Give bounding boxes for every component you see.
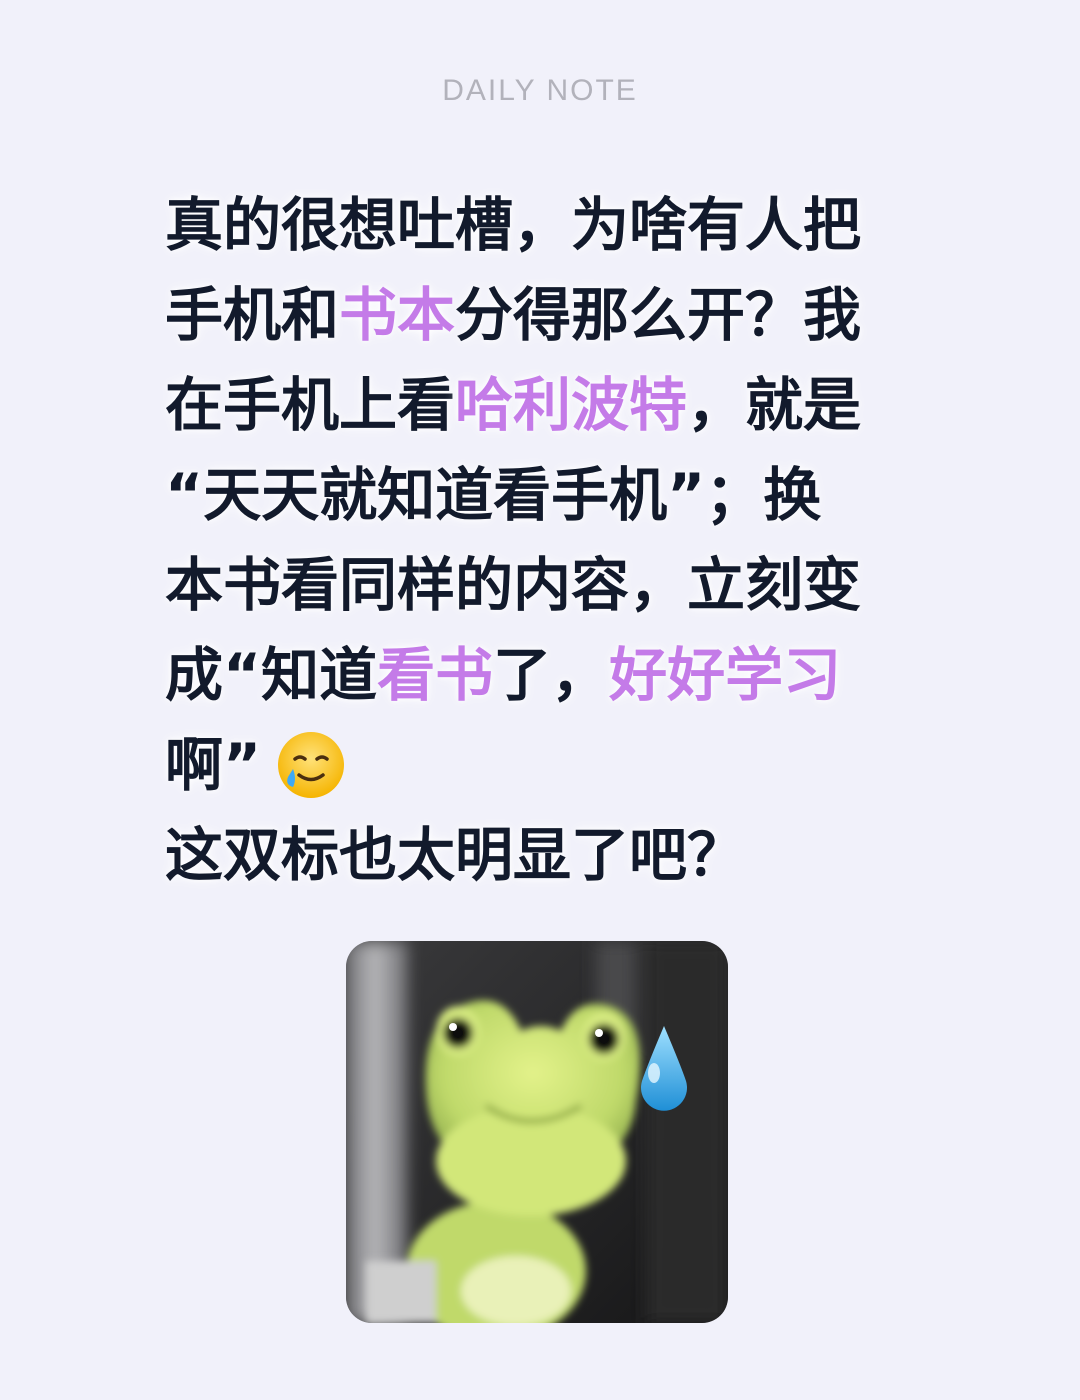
note-line: 本书看同样的内容，立刻变 bbox=[165, 540, 925, 630]
note-line: 成“知道 看书 了， 好好学习 bbox=[165, 630, 925, 720]
note-line: 这双标也太明显了吧？ bbox=[165, 810, 925, 900]
note-line: “天天就知道看手机”；换 bbox=[165, 450, 925, 540]
note-text: 分得那么开？我 bbox=[455, 281, 862, 349]
note-text: 真的很想吐槽，为啥有人把 bbox=[165, 191, 862, 259]
note-text: 在手机上看 bbox=[165, 371, 456, 439]
highlighted-text: 看书 bbox=[377, 641, 494, 709]
daily-note-header: DAILY NOTE bbox=[442, 74, 638, 107]
note-line: 啊” bbox=[165, 720, 925, 810]
note-body: 真的很想吐槽，为啥有人把 手机和 书本 分得那么开？我 在手机上看 哈利波特 ，就是 “天天就… bbox=[165, 180, 925, 900]
note-text: “天天就知道看手机”；换 bbox=[165, 461, 822, 529]
highlighted-text: 哈利波特 bbox=[455, 371, 688, 439]
note-text: 了， bbox=[493, 641, 610, 709]
note-line: 手机和 书本 分得那么开？我 bbox=[165, 270, 925, 360]
note-line: 在手机上看 哈利波特 ，就是 bbox=[165, 360, 925, 450]
highlighted-text: 书本 bbox=[339, 281, 456, 349]
note-text: 啊” bbox=[165, 731, 262, 799]
note-line: 真的很想吐槽，为啥有人把 bbox=[165, 180, 925, 270]
note-text: 本书看同样的内容，立刻变 bbox=[165, 551, 862, 619]
note-text: 这双标也太明显了吧？ bbox=[165, 821, 746, 889]
note-text: 成“知道 bbox=[165, 641, 378, 709]
note-text: 手机和 bbox=[165, 281, 340, 349]
frog-sweat-drop-sticker bbox=[346, 941, 728, 1323]
smiling-face-with-tear-icon bbox=[278, 732, 345, 798]
note-text: ，就是 bbox=[687, 371, 862, 439]
highlighted-text: 好好学习 bbox=[609, 641, 842, 709]
